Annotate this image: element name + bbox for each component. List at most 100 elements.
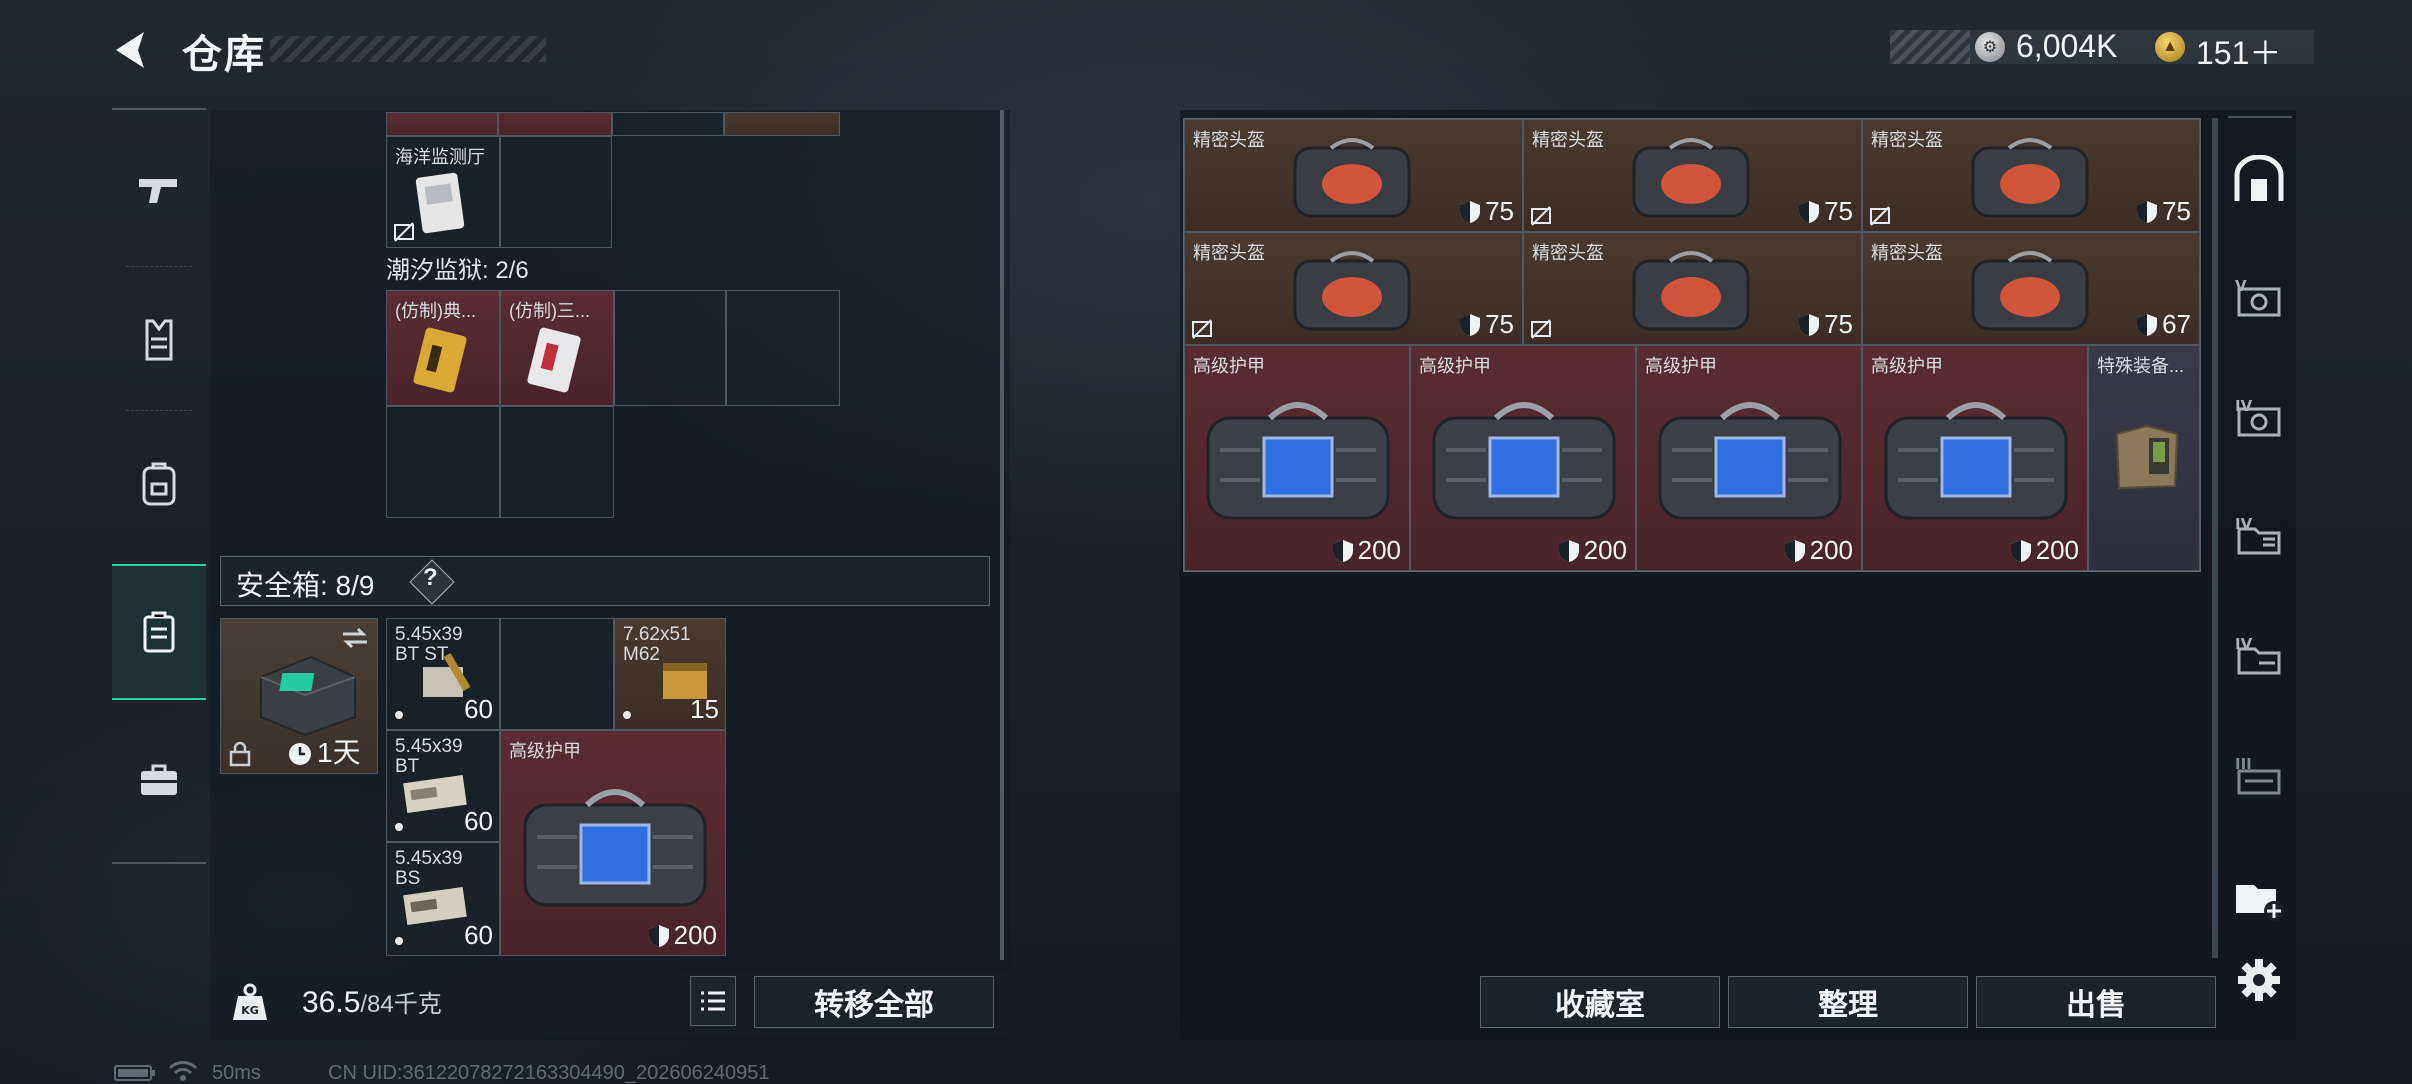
inventory-scrollbar[interactable] xyxy=(1000,110,1004,960)
svg-text:KG: KG xyxy=(241,1004,259,1017)
item-label: 高级护甲 xyxy=(1871,356,1943,376)
durability-readout: 75 xyxy=(1459,196,1514,227)
swap-icon[interactable] xyxy=(341,627,369,649)
stash-tab-vault[interactable] xyxy=(2228,150,2290,210)
back-arrow-icon[interactable] xyxy=(110,28,154,72)
sell-button[interactable]: 出售 xyxy=(1976,976,2216,1028)
sidebar-item-safe-box[interactable] xyxy=(112,564,206,700)
durability-readout: 67 xyxy=(2136,309,2191,340)
durability-readout: 200 xyxy=(2010,535,2079,566)
item-label: (仿制)三... xyxy=(509,301,590,321)
sidebar-item-vest[interactable] xyxy=(112,270,206,410)
stash-tab-v[interactable]: V xyxy=(2228,268,2290,328)
shield-icon xyxy=(1460,200,1481,223)
durability-value: 75 xyxy=(1824,196,1853,226)
transfer-all-button[interactable]: 转移全部 xyxy=(754,976,994,1028)
durability-readout: 200 xyxy=(1332,535,1401,566)
armor-item[interactable]: 高级护甲 200 xyxy=(500,730,726,956)
item-count: 15 xyxy=(690,694,719,724)
armor-item[interactable]: 高级护甲 200 xyxy=(1636,345,1862,571)
sidebar-item-weapon[interactable] xyxy=(112,120,206,260)
safe-box-label: 安全箱: 8/9 xyxy=(236,570,375,601)
armor-bag-icon xyxy=(1432,402,1616,520)
armor-item[interactable]: 高级护甲 200 xyxy=(1862,345,2088,571)
stash-scrollbar[interactable] xyxy=(2212,118,2218,958)
white-keycard-icon xyxy=(527,327,581,393)
stash-tab-iv-a[interactable]: IV xyxy=(2228,388,2290,448)
keycard-item[interactable]: (仿制)三... xyxy=(500,290,614,406)
helmet-item[interactable]: 精密头盔 75 xyxy=(1184,119,1523,232)
rarity-dot xyxy=(395,937,403,945)
helmet-bag-icon xyxy=(1293,251,1411,331)
safe-box-item[interactable]: 1天 xyxy=(220,618,378,774)
settings-button[interactable] xyxy=(2228,950,2290,1010)
safe-box-case-icon xyxy=(260,655,356,737)
stash-tab-iv-c[interactable]: IV xyxy=(2228,626,2290,686)
helmet-item[interactable]: 精密头盔 67 xyxy=(1862,232,2200,345)
rarity-dot xyxy=(395,711,403,719)
durability-value: 75 xyxy=(2162,196,2191,226)
help-icon: ? xyxy=(423,564,438,591)
armor-bag-icon xyxy=(523,789,707,907)
add-stash-button[interactable] xyxy=(2228,868,2290,928)
title-decoration xyxy=(270,36,546,62)
item-label: 高级护甲 xyxy=(1419,356,1491,376)
durability-value: 200 xyxy=(1357,535,1401,565)
helmet-item[interactable]: 精密头盔 75 xyxy=(1523,119,1862,232)
shield-icon xyxy=(1332,539,1353,562)
stash-tab-iii[interactable]: III xyxy=(2228,746,2290,806)
ammo-item[interactable]: 5.45x39 BS 60 xyxy=(386,842,500,956)
list-view-button[interactable] xyxy=(690,976,736,1026)
stash-tabs-divider xyxy=(2228,116,2292,118)
currency-gold[interactable]: 151＋ xyxy=(2196,28,2281,74)
weight-max: /84千克 xyxy=(360,991,442,1018)
shield-icon xyxy=(648,924,669,947)
grid-cell[interactable] xyxy=(498,112,612,136)
item-label: 高级护甲 xyxy=(509,741,581,761)
ammo-item[interactable]: 7.62x51 M62 15 xyxy=(614,618,726,730)
sidebar-item-backpack[interactable] xyxy=(112,414,206,554)
durability-readout: 200 xyxy=(1558,535,1627,566)
grid-cell xyxy=(386,406,500,518)
vault-icon xyxy=(2234,155,2284,201)
currency-silver: 6,004K xyxy=(2016,28,2118,64)
stash-tab-iv-b[interactable]: IV xyxy=(2228,506,2290,566)
no-insure-icon xyxy=(1870,206,1890,226)
grid-cell[interactable] xyxy=(386,112,498,136)
item-count: 60 xyxy=(464,920,493,950)
section-title: 潮汐监狱: 2/6 xyxy=(386,257,529,284)
stash-iv-icon: IV xyxy=(2235,635,2281,675)
armor-item[interactable]: 高级护甲 200 xyxy=(1410,345,1636,571)
durability-value: 75 xyxy=(1824,309,1853,339)
item-count: 60 xyxy=(464,806,493,836)
helmet-item[interactable]: 精密头盔 75 xyxy=(1184,232,1523,345)
grid-cell[interactable] xyxy=(724,112,840,136)
helmet-item[interactable]: 精密头盔 75 xyxy=(1523,232,1862,345)
item-label: 海洋监测厅 xyxy=(395,147,485,167)
shield-icon xyxy=(2137,313,2158,336)
page-title: 仓库 xyxy=(182,33,266,77)
gold-keycard-icon xyxy=(413,327,467,393)
wifi-icon xyxy=(168,1061,198,1081)
rarity-dot xyxy=(395,823,403,831)
item-label: 精密头盔 xyxy=(1193,130,1265,150)
helmet-bag-icon xyxy=(1971,138,2089,218)
helmet-item[interactable]: 精密头盔 75 xyxy=(1862,119,2200,232)
sidebar-item-briefcase[interactable] xyxy=(112,710,206,850)
keycard-item[interactable]: (仿制)典... xyxy=(386,290,500,406)
durability-readout: 75 xyxy=(1798,196,1853,227)
ammo-item[interactable]: 5.45x39 BT ST 60 xyxy=(386,618,500,730)
grid-cell xyxy=(612,112,724,136)
item-label: 高级护甲 xyxy=(1193,356,1265,376)
grid-cell xyxy=(726,290,840,406)
armor-item[interactable]: 高级护甲 200 xyxy=(1184,345,1410,571)
keycard-item[interactable]: 海洋监测厅 xyxy=(386,136,500,248)
ammo-item[interactable]: 5.45x39 BT 60 xyxy=(386,730,500,842)
shield-icon xyxy=(2010,539,2031,562)
collection-room-button[interactable]: 收藏室 xyxy=(1480,976,1720,1028)
grid-cell xyxy=(500,136,612,248)
stash-v-icon: V xyxy=(2235,277,2281,317)
sort-button[interactable]: 整理 xyxy=(1728,976,1968,1028)
durability-value: 200 xyxy=(673,920,717,950)
special-equipment-item[interactable]: 特殊装备... xyxy=(2088,345,2200,571)
